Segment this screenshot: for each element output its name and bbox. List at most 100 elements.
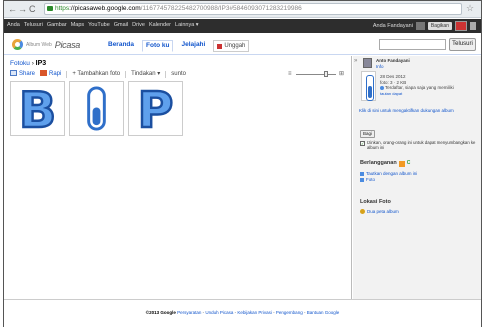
gear-icon[interactable]: [470, 22, 476, 30]
rss-icon[interactable]: [398, 160, 405, 167]
account-name[interactable]: Anda Fandayani: [373, 22, 413, 31]
edit-action[interactable]: Rapi: [40, 70, 61, 78]
map-link[interactable]: Dua peta album: [360, 209, 399, 214]
photo-thumbnail[interactable]: [69, 81, 124, 136]
bookmark-star-icon[interactable]: ☆: [466, 3, 474, 14]
photo-grid: BP: [10, 81, 183, 136]
picasa-logo[interactable]: Album Web Picasa: [12, 39, 80, 50]
map-pin-icon: [360, 209, 365, 214]
google-bar-links: Anda Telusuri Gambar Maps YouTube Gmail …: [7, 21, 199, 30]
grid-small-icon[interactable]: ≡: [288, 70, 292, 78]
edit-icon: [40, 70, 48, 77]
search-button[interactable]: Telusuri: [449, 38, 476, 51]
photo-letter: B: [19, 84, 56, 133]
album-cover[interactable]: [361, 71, 376, 101]
footer-link[interactable]: Bantuan Google: [307, 310, 340, 315]
footer-links: ©2013 Google Persyaratan - Unduh Picasa …: [4, 310, 481, 315]
album-sidebar: » Anto Fandayani Info 28 Des 2012 foto: …: [353, 56, 481, 299]
photo-letter: P: [138, 84, 174, 133]
map-link-label: Dua peta album: [367, 209, 399, 214]
owner-name[interactable]: Anto Fandayani: [376, 58, 410, 63]
add-photos-action[interactable]: + Tambahkan foto: [72, 70, 120, 78]
album-main: Fotoku › IP3 Share Rapi + Tambahkan foto…: [4, 56, 350, 286]
page-footer: ©2013 Google Persyaratan - Unduh Picasa …: [4, 299, 481, 327]
upload-label: Unggah: [224, 43, 246, 49]
gbar-link-more[interactable]: Lainnya ▾: [175, 21, 199, 30]
globe-icon: [380, 85, 384, 90]
gbar-link-images[interactable]: Gambar: [47, 21, 67, 30]
contribute-label: Izinkan, orang-orang ini untuk dapat men…: [367, 140, 476, 150]
share-icon: [10, 70, 17, 77]
photo-thumbnail[interactable]: B: [10, 81, 65, 136]
location-heading: Lokasi Foto: [360, 199, 391, 205]
account-avatar[interactable]: [455, 21, 467, 31]
share-label: Share: [19, 71, 36, 77]
sidebar-link-photo[interactable]: Foto: [360, 177, 375, 182]
zoom-handle[interactable]: [324, 71, 328, 77]
tab-home[interactable]: Beranda: [108, 40, 134, 52]
owner-avatar[interactable]: [363, 58, 372, 68]
url-path: /116774578225482700988/IP3#5846093071283…: [140, 5, 302, 12]
add-photos-label: Tambahkan foto: [77, 71, 121, 77]
gbar-link-anda[interactable]: Anda: [7, 21, 20, 30]
footer-link[interactable]: Unduh Picasa: [205, 310, 233, 315]
google-bar: Anda Telusuri Gambar Maps YouTube Gmail …: [4, 19, 481, 33]
photo-icon: [360, 177, 364, 182]
subscribe-heading-text: Berlangganan: [360, 160, 397, 166]
sidebar-link-photo-label: Foto: [366, 177, 376, 182]
footer-link[interactable]: Pengembang: [276, 310, 303, 315]
subscribe-heading: Berlangganan C: [360, 160, 410, 167]
gbar-link-search[interactable]: Telusuri: [24, 21, 43, 30]
actions-menu[interactable]: Tindakan ▾: [131, 70, 160, 78]
link-icon: [360, 171, 364, 176]
footer-link[interactable]: Persyaratan: [177, 310, 201, 315]
breadcrumb-parent[interactable]: Fotoku: [10, 60, 30, 67]
photo-image: P: [136, 84, 174, 133]
google-bar-account: Anda Fandayani Bagikan: [373, 21, 476, 31]
upload-button[interactable]: Unggah: [213, 40, 250, 52]
notification-icon[interactable]: [415, 22, 425, 30]
browser-window: ← → C https://picasaweb.google.com/11677…: [3, 0, 482, 327]
gbar-link-maps[interactable]: Maps: [71, 21, 84, 30]
toolbar-divider: [66, 70, 68, 78]
sidebar-link-album[interactable]: Tautkan dengan album ini: [360, 171, 417, 176]
grid-large-icon[interactable]: ⊞: [339, 70, 344, 78]
back-icon[interactable]: ←: [8, 4, 17, 14]
sort-menu[interactable]: sunto: [171, 70, 186, 78]
logo-small-text: Album Web: [26, 41, 52, 48]
sidebar-link-album-label: Tautkan dengan album ini: [366, 171, 418, 176]
tab-my-photos[interactable]: Foto ku: [142, 40, 174, 52]
collapse-sidebar-icon[interactable]: »: [354, 58, 357, 64]
picasa-header: Album Web Picasa Beranda Foto ku Jelajah…: [4, 35, 481, 55]
logo-text: Picasa: [54, 39, 81, 50]
tab-explore[interactable]: Jelajahi: [181, 40, 205, 52]
edit-label: Rapi: [49, 71, 62, 77]
visibility-text: Terdaftar, siapa saja yang memiliki: [385, 85, 454, 90]
gbar-link-gmail[interactable]: Gmail: [114, 21, 128, 30]
photo-image: B: [18, 84, 58, 133]
album-meta: 28 Des 2012 foto: 3 · 2 KB Terdaftar, si…: [380, 74, 454, 96]
address-bar[interactable]: https://picasaweb.google.com/11677457822…: [44, 3, 462, 15]
gbar-link-calendar[interactable]: Kalender: [149, 21, 171, 30]
footer-copyright: ©2013 Google: [145, 310, 176, 315]
zoom-track[interactable]: [296, 74, 336, 75]
footer-link[interactable]: Kebijakan Privasi: [237, 310, 272, 315]
breadcrumb-separator: ›: [31, 60, 34, 67]
search-input[interactable]: [379, 39, 446, 50]
url-host: ://picasaweb.google.com: [69, 5, 141, 12]
reload-icon[interactable]: C: [29, 4, 36, 14]
breadcrumb: Fotoku › IP3: [10, 59, 46, 68]
gbar-share-button[interactable]: Bagikan: [427, 22, 452, 30]
zoom-slider[interactable]: ≡ ⊞: [288, 70, 346, 78]
share-action[interactable]: Share: [10, 70, 35, 78]
rss-label[interactable]: C: [407, 160, 411, 167]
gbar-link-youtube[interactable]: YouTube: [88, 21, 110, 30]
contribute-checkbox[interactable]: ✓: [360, 141, 365, 146]
photo-thumbnail[interactable]: P: [128, 81, 183, 136]
forward-icon[interactable]: →: [18, 4, 27, 14]
gbar-link-drive[interactable]: Drive: [132, 21, 145, 30]
visibility-link[interactable]: tautan dapat: [380, 91, 454, 97]
owner-info-link[interactable]: Info: [376, 64, 384, 69]
album-enable-link[interactable]: Klik di sini untuk mengaktifkan dukungan…: [359, 108, 454, 113]
share-button[interactable]: Bagi: [360, 130, 375, 138]
